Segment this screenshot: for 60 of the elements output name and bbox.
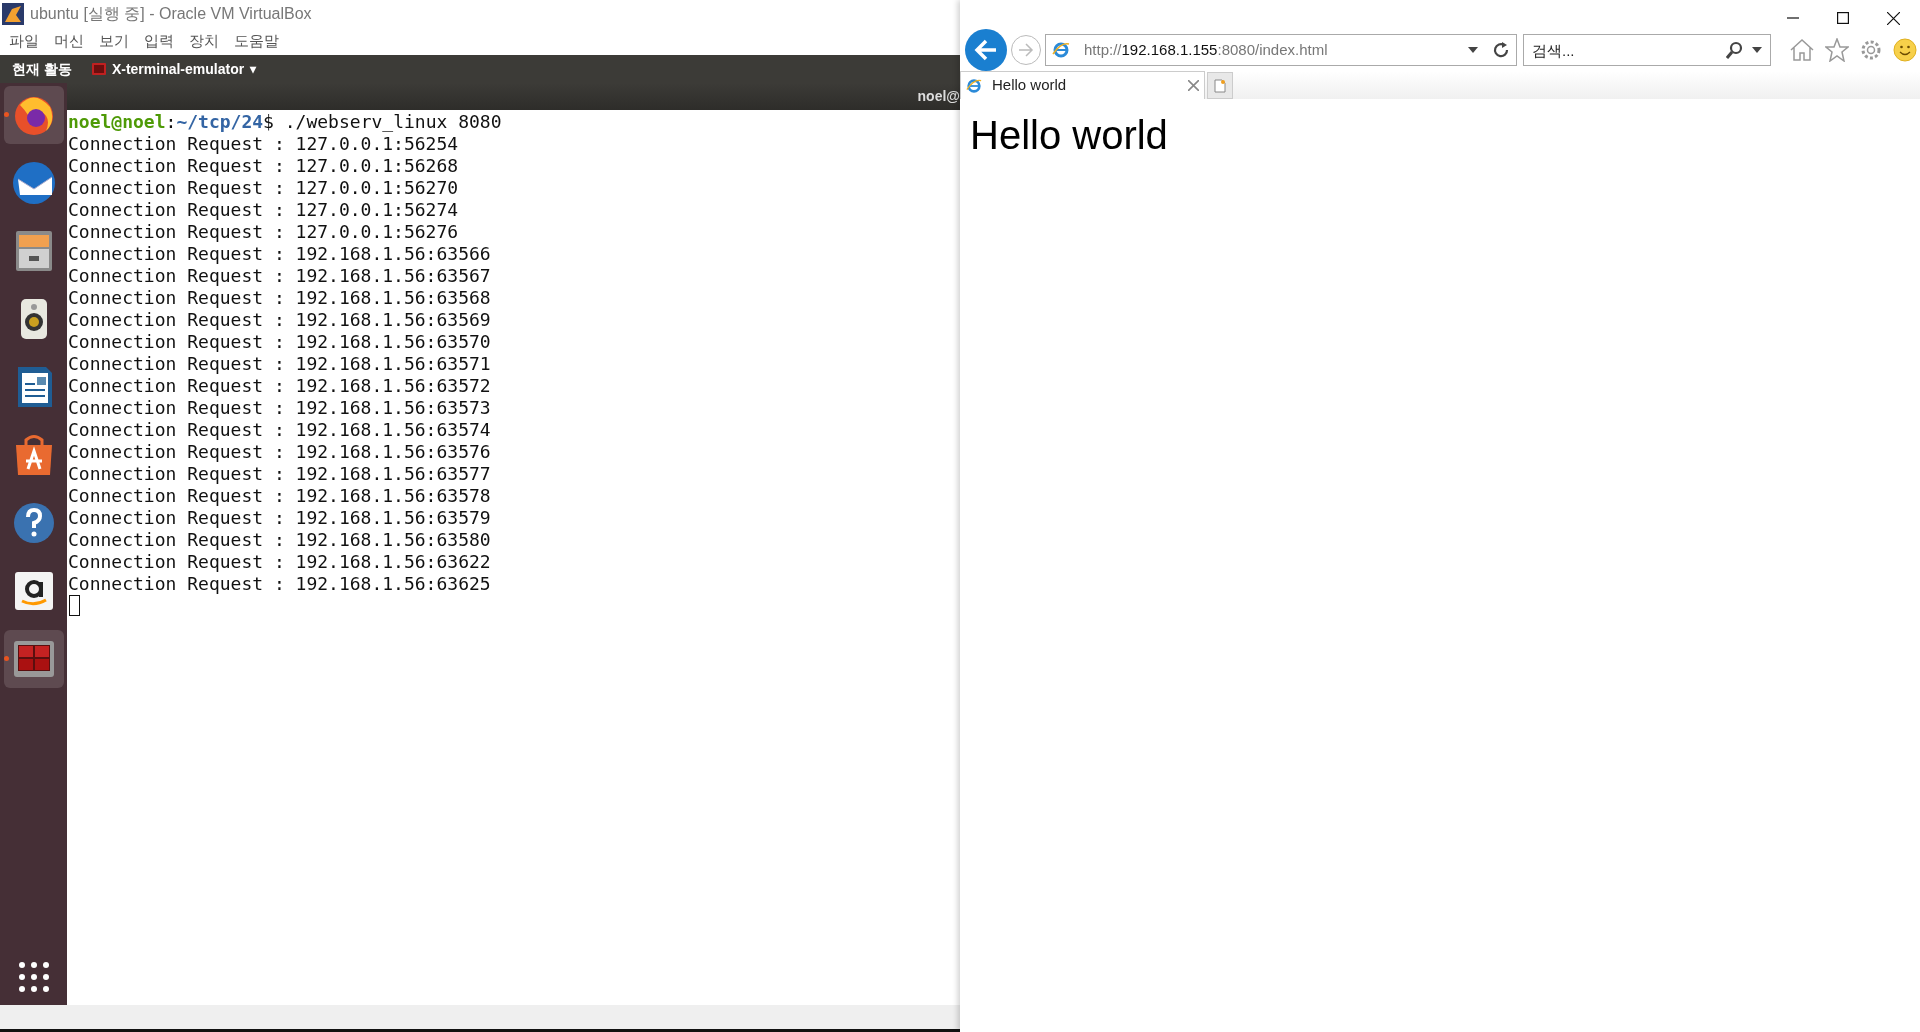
terminal-line: Connection Request : 192.168.1.56:63567 bbox=[68, 265, 491, 287]
terminal-line: Connection Request : 192.168.1.56:63569 bbox=[68, 309, 491, 331]
terminal-line: Connection Request : 192.168.1.56:63568 bbox=[68, 287, 491, 309]
address-text: http://192.168.1.155:8080/index.html bbox=[1084, 39, 1329, 60]
app-grid-icon[interactable] bbox=[17, 961, 50, 993]
terminal-line: Connection Request : 192.168.1.56:63580 bbox=[68, 529, 491, 551]
terminal-line: Connection Request : 127.0.0.1:56274 bbox=[68, 199, 459, 221]
menu-item[interactable]: 입력 bbox=[144, 30, 174, 53]
terminal-line: Connection Request : 127.0.0.1:56254 bbox=[68, 133, 459, 155]
page-heading: Hello world bbox=[970, 112, 1169, 159]
browser-tab[interactable]: Hello world bbox=[960, 71, 1205, 99]
terminal-line: Connection Request : 192.168.1.56:63622 bbox=[68, 551, 491, 573]
terminal-title: noel@ bbox=[917, 87, 960, 106]
terminal-icon bbox=[91, 63, 106, 75]
new-page-icon bbox=[1214, 78, 1226, 93]
terminal-line: Connection Request : 127.0.0.1:56276 bbox=[68, 221, 459, 243]
dropdown-icon[interactable] bbox=[1752, 47, 1762, 53]
close-icon[interactable] bbox=[1887, 11, 1900, 25]
back-arrow-icon bbox=[974, 39, 998, 61]
menu-item[interactable]: 도움말 bbox=[234, 30, 279, 53]
star-icon[interactable] bbox=[1825, 38, 1849, 62]
window-title: ubuntu [실행 중] - Oracle VM VirtualBox bbox=[30, 4, 312, 24]
browser-logo-icon bbox=[1052, 41, 1070, 59]
terminal-line: Connection Request : 192.168.1.56:63572 bbox=[68, 375, 491, 397]
terminal-line: Connection Request : 192.168.1.56:63571 bbox=[68, 353, 491, 375]
terminal-line: Connection Request : 192.168.1.56:63574 bbox=[68, 419, 491, 441]
smiley-icon[interactable] bbox=[1893, 38, 1917, 62]
menu-item[interactable]: 보기 bbox=[99, 30, 129, 53]
search-icon[interactable] bbox=[1726, 41, 1744, 59]
browser-logo-icon bbox=[966, 77, 982, 94]
refresh-icon[interactable] bbox=[1492, 41, 1510, 59]
terminal-line: Connection Request : 192.168.1.56:63579 bbox=[68, 507, 491, 529]
search-box[interactable]: 검색... bbox=[1523, 34, 1771, 66]
maximize-icon[interactable] bbox=[1837, 12, 1849, 24]
terminal-line: Connection Request : 192.168.1.56:63577 bbox=[68, 463, 491, 485]
dropdown-icon[interactable] bbox=[1468, 47, 1478, 53]
forward-arrow-icon bbox=[1018, 43, 1034, 57]
terminal-line: Connection Request : 192.168.1.56:63566 bbox=[68, 243, 491, 265]
settings-icon[interactable] bbox=[1859, 38, 1883, 62]
search-field[interactable]: 검색... bbox=[1532, 36, 1726, 64]
terminal-line: Connection Request : 192.168.1.56:63570 bbox=[68, 331, 491, 353]
terminal-line: Connection Request : 192.168.1.56:63576 bbox=[68, 441, 491, 463]
menu-item[interactable]: 머신 bbox=[54, 30, 84, 53]
home-icon[interactable] bbox=[1789, 38, 1815, 62]
menu-item[interactable]: 파일 bbox=[9, 30, 39, 53]
terminal-line: Connection Request : 192.168.1.56:63573 bbox=[68, 397, 491, 419]
terminal-line: Connection Request : 192.168.1.56:63578 bbox=[68, 485, 491, 507]
menu-item[interactable]: 장치 bbox=[189, 30, 219, 53]
cursor bbox=[69, 595, 80, 616]
prompt-line: noel@noel:~/tcp/24$ ./webserv_linux 8080 bbox=[68, 111, 503, 133]
terminal-line: Connection Request : 127.0.0.1:56268 bbox=[68, 155, 459, 177]
app-icon bbox=[2, 3, 24, 25]
activities-button[interactable]: 현재 활동 bbox=[12, 58, 72, 80]
terminal-line: Connection Request : 127.0.0.1:56270 bbox=[68, 177, 459, 199]
tab-label: Hello world bbox=[992, 75, 1068, 96]
dock-item[interactable] bbox=[3, 86, 64, 144]
app-menu-button[interactable]: X-terminal-emulator ▾ bbox=[91, 58, 257, 80]
back-button[interactable] bbox=[965, 29, 1007, 71]
address-bar[interactable]: http://192.168.1.155:8080/index.html bbox=[1045, 34, 1517, 66]
terminal-line: Connection Request : 192.168.1.56:63625 bbox=[68, 573, 491, 595]
